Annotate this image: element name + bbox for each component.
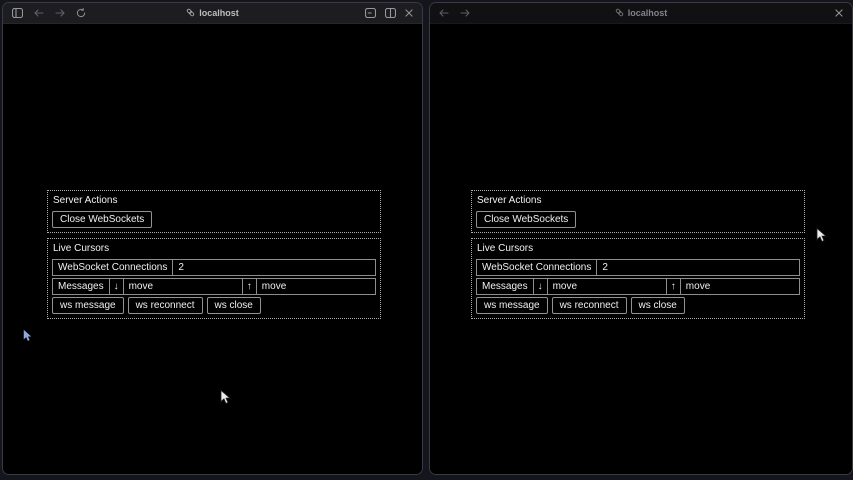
pointer-cursor-shape <box>221 390 230 403</box>
server-actions-title: Server Actions <box>53 195 375 206</box>
connections-row: WebSocket Connections 2 <box>476 259 800 276</box>
desktop: localhost Server Actions Close WebSocket… <box>0 0 853 480</box>
live-cursors-group: Live Cursors WebSocket Connections 2 Mes… <box>471 238 805 319</box>
server-actions-title: Server Actions <box>477 195 799 206</box>
console-icon[interactable] <box>365 8 376 18</box>
remote-cursor-shape <box>24 330 32 341</box>
ws-buttons: ws message ws reconnect ws close <box>476 297 800 314</box>
last-received-value: move <box>548 279 667 294</box>
browser-window-right: localhost Server Actions Close WebSocket… <box>429 2 853 475</box>
connections-label: WebSocket Connections <box>53 260 173 275</box>
pointer-cursor-left-icon <box>220 389 231 405</box>
live-cursors-group: Live Cursors WebSocket Connections 2 Mes… <box>47 238 381 319</box>
connections-value: 2 <box>173 260 375 275</box>
arrow-down-icon: ↓ <box>110 279 124 294</box>
forward-icon[interactable] <box>460 9 470 17</box>
messages-row: Messages ↓ move ↑ move <box>476 278 800 295</box>
page-content-right: Server Actions Close WebSockets Live Cur… <box>430 24 852 475</box>
server-actions-group: Server Actions Close WebSockets <box>47 190 381 233</box>
arrow-up-icon: ↑ <box>243 279 257 294</box>
close-websockets-button[interactable]: Close WebSockets <box>52 211 152 228</box>
live-cursors-title: Live Cursors <box>53 243 375 254</box>
pointer-cursor-shape <box>817 228 826 241</box>
connections-label: WebSocket Connections <box>477 260 597 275</box>
sidebar-icon[interactable] <box>12 8 23 18</box>
close-websockets-button[interactable]: Close WebSockets <box>476 211 576 228</box>
window-controls <box>835 9 843 17</box>
demo-panel: Server Actions Close WebSockets Live Cur… <box>47 190 381 324</box>
page-content-left: Server Actions Close WebSockets Live Cur… <box>3 24 422 475</box>
titlebar-right: localhost <box>430 3 852 24</box>
split-view-icon[interactable] <box>385 8 396 18</box>
live-cursors-title: Live Cursors <box>477 243 799 254</box>
page-title: localhost <box>199 8 239 18</box>
address-title[interactable]: localhost <box>186 8 239 19</box>
titlebar-left: localhost <box>3 3 422 24</box>
ws-message-button[interactable]: ws message <box>52 297 124 314</box>
connections-value: 2 <box>597 260 799 275</box>
ws-reconnect-button[interactable]: ws reconnect <box>552 297 627 314</box>
ws-reconnect-button[interactable]: ws reconnect <box>128 297 203 314</box>
back-icon[interactable] <box>439 9 449 17</box>
browser-window-left: localhost Server Actions Close WebSocket… <box>2 2 423 475</box>
link-icon <box>615 8 624 19</box>
address-title[interactable]: localhost <box>615 8 668 19</box>
forward-icon[interactable] <box>55 9 65 17</box>
close-icon[interactable] <box>405 9 413 17</box>
last-sent-value: move <box>257 279 375 294</box>
remote-live-cursor-icon <box>23 329 32 342</box>
ws-close-button[interactable]: ws close <box>631 297 685 314</box>
last-received-value: move <box>124 279 243 294</box>
window-controls <box>365 8 413 18</box>
page-title: localhost <box>628 8 668 18</box>
link-icon <box>186 8 195 19</box>
connections-row: WebSocket Connections 2 <box>52 259 376 276</box>
ws-message-button[interactable]: ws message <box>476 297 548 314</box>
messages-label: Messages <box>53 279 110 294</box>
nav-controls <box>12 8 86 18</box>
arrow-up-icon: ↑ <box>667 279 681 294</box>
reload-icon[interactable] <box>76 8 86 18</box>
close-icon[interactable] <box>835 9 843 17</box>
server-actions-group: Server Actions Close WebSockets <box>471 190 805 233</box>
nav-controls <box>439 9 470 17</box>
last-sent-value: move <box>681 279 799 294</box>
messages-row: Messages ↓ move ↑ move <box>52 278 376 295</box>
back-icon[interactable] <box>34 9 44 17</box>
arrow-down-icon: ↓ <box>534 279 548 294</box>
ws-close-button[interactable]: ws close <box>207 297 261 314</box>
messages-label: Messages <box>477 279 534 294</box>
ws-buttons: ws message ws reconnect ws close <box>52 297 376 314</box>
demo-panel: Server Actions Close WebSockets Live Cur… <box>471 190 805 324</box>
pointer-cursor-right-icon <box>816 227 827 243</box>
